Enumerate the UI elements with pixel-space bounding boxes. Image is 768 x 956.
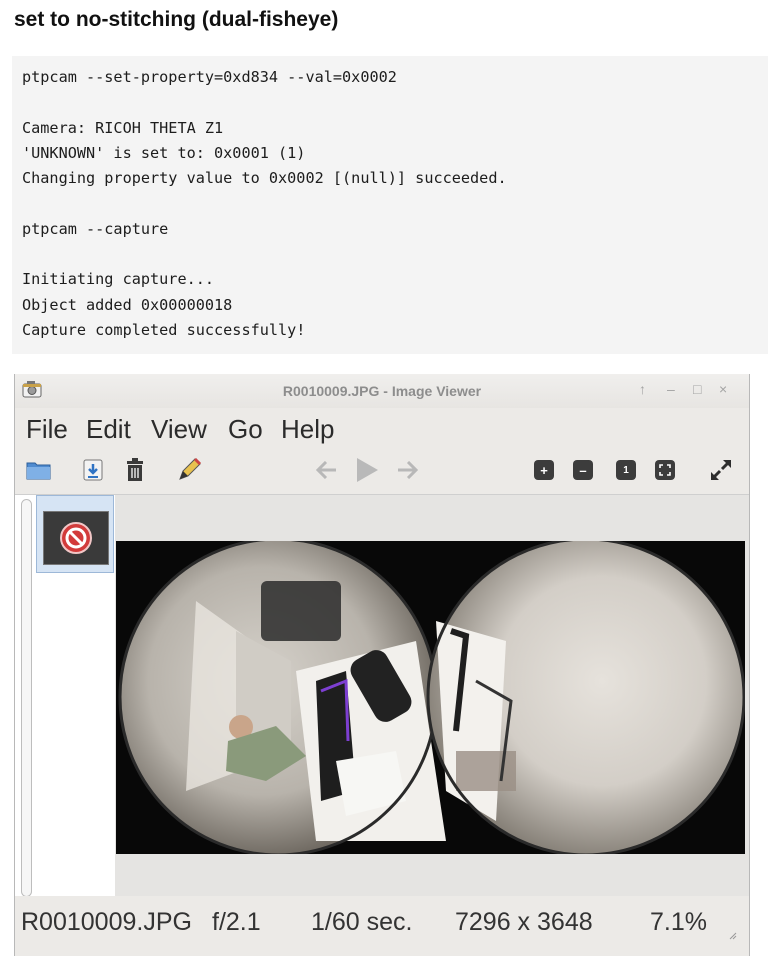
code-line: Initiating capture... [22, 270, 215, 289]
keep-above-button[interactable]: ↑ [639, 381, 646, 397]
code-line: Object added 0x00000018 [22, 295, 233, 314]
save-icon[interactable] [79, 456, 107, 484]
menu-bar: File Edit View Go Help [15, 408, 749, 452]
menu-view[interactable]: View [151, 414, 207, 445]
zoom-out-label: – [573, 460, 593, 480]
actual-size-icon[interactable]: 1 [612, 456, 640, 484]
menu-edit[interactable]: Edit [86, 414, 131, 445]
maximize-button[interactable]: □ [693, 381, 701, 397]
status-filename: R0010009.JPG [21, 908, 192, 936]
status-shutter: 1/60 sec. [311, 908, 413, 936]
code-line: 'UNKNOWN' is set to: 0x0001 (1) [22, 143, 306, 162]
toolbar: + – 1 [15, 452, 749, 492]
trash-icon[interactable] [121, 456, 149, 484]
code-line: Changing property value to 0x0002 [(null… [22, 169, 507, 188]
zoom-in-icon[interactable]: + [530, 456, 558, 484]
menu-file[interactable]: File [26, 414, 68, 445]
code-line: Capture completed successfully! [22, 320, 306, 339]
status-bar: R0010009.JPG f/2.1 1/60 sec. 7296 x 3648… [15, 896, 749, 956]
fit-window-icon[interactable] [651, 456, 679, 484]
actual-size-label: 1 [616, 460, 636, 480]
code-block: ptpcam --set-property=0xd834 --val=0x000… [12, 56, 768, 354]
resize-grip-icon[interactable] [729, 932, 737, 940]
dual-fisheye-image[interactable] [116, 537, 746, 857]
section-heading: set to no-stitching (dual-fisheye) [14, 8, 339, 31]
forward-arrow-icon[interactable] [393, 456, 421, 484]
thumbnail-scrollbar[interactable] [21, 499, 32, 897]
edit-pencil-icon[interactable] [175, 456, 203, 484]
thumbnail-pane [15, 495, 115, 897]
viewer-content [15, 494, 749, 897]
thumbnail-item-selected[interactable] [36, 495, 114, 573]
status-aperture: f/2.1 [212, 908, 261, 936]
window-titlebar[interactable]: R0010009.JPG - Image Viewer ↑ – □ × [15, 374, 749, 408]
thumbnail-image [43, 511, 109, 565]
fullscreen-icon[interactable] [707, 456, 735, 484]
play-icon[interactable] [353, 456, 381, 484]
zoom-in-label: + [534, 460, 554, 480]
back-arrow-icon[interactable] [313, 456, 341, 484]
menu-go[interactable]: Go [228, 414, 263, 445]
no-entry-icon [60, 522, 92, 554]
status-resolution: 7296 x 3648 [455, 908, 593, 936]
open-folder-icon[interactable] [25, 456, 53, 484]
image-viewer-window: R0010009.JPG - Image Viewer ↑ – □ × File… [14, 374, 750, 956]
code-line: ptpcam --capture [22, 219, 169, 238]
close-button[interactable]: × [719, 381, 727, 397]
code-line: ptpcam --set-property=0xd834 --val=0x000… [22, 68, 397, 86]
minimize-button[interactable]: – [667, 381, 675, 397]
code-line: Camera: RICOH THETA Z1 [22, 118, 224, 137]
zoom-out-icon[interactable]: – [569, 456, 597, 484]
status-zoom: 7.1% [650, 908, 707, 936]
menu-help[interactable]: Help [281, 414, 334, 445]
